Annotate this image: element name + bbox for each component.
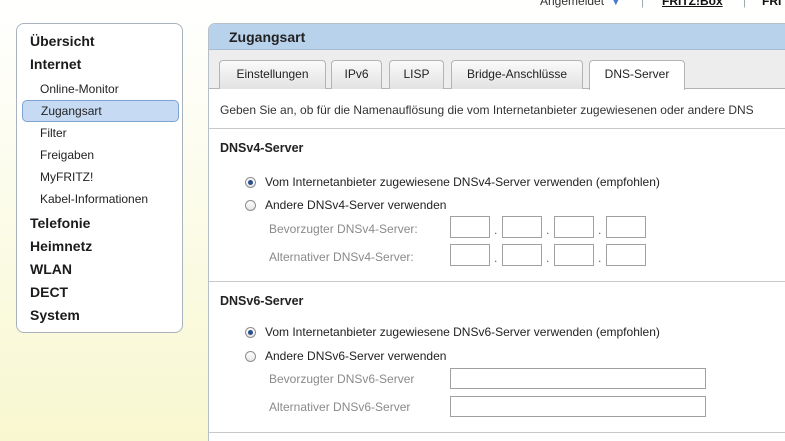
ip-separator: . <box>546 251 550 265</box>
dnsv4-other-radio[interactable] <box>245 199 256 211</box>
ip-separator: . <box>494 251 498 265</box>
separator: | <box>743 0 747 8</box>
sidebar-item-system[interactable]: System <box>17 304 182 327</box>
dnsv6-section-title: DNSv6-Server <box>220 294 304 308</box>
dnsv4-preferred-octet-2[interactable] <box>502 216 542 238</box>
dnsv4-preferred-octet-4[interactable] <box>606 216 646 238</box>
ip-separator: . <box>494 223 498 237</box>
dnsv4-alternate-octet-1[interactable] <box>450 244 490 266</box>
dnsv4-other-option[interactable]: Andere DNSv4-Server verwenden <box>245 198 446 212</box>
dnsv4-preferred-octet-1[interactable] <box>450 216 490 238</box>
sidebar-item-freigaben[interactable]: Freigaben <box>22 144 179 166</box>
sidebar-item-kabel-informationen[interactable]: Kabel-Informationen <box>22 188 179 210</box>
sidebar-item-telefonie[interactable]: Telefonie <box>17 212 182 235</box>
dnsv4-preferred-octet-3[interactable] <box>554 216 594 238</box>
page-title: Zugangsart <box>209 24 785 50</box>
main-panel: Zugangsart Einstellungen IPv6 LISP Bridg… <box>208 23 785 441</box>
sidebar-item-zugangsart[interactable]: Zugangsart <box>22 100 179 122</box>
dnsv6-other-option[interactable]: Andere DNSv6-Server verwenden <box>245 349 446 363</box>
login-label: Angemeldet <box>540 0 605 8</box>
dnsv4-alternate-octet-2[interactable] <box>502 244 542 266</box>
intro-text: Geben Sie an, ob für die Namenauflösung … <box>220 103 754 117</box>
sidebar-item-online-monitor[interactable]: Online-Monitor <box>22 78 179 100</box>
tab-dns-server[interactable]: DNS-Server <box>589 60 685 90</box>
dnsv6-other-radio[interactable] <box>245 350 256 362</box>
sidebar-item-wlan[interactable]: WLAN <box>17 258 182 281</box>
dnsv4-alternate-octet-3[interactable] <box>554 244 594 266</box>
chevron-down-icon[interactable]: ▼ <box>611 0 620 7</box>
fritzbox-link[interactable]: FRITZ!Box <box>662 0 723 8</box>
dnsv4-provider-option[interactable]: Vom Internetanbieter zugewiesene DNSv4-S… <box>245 175 660 189</box>
sidebar-item-dect[interactable]: DECT <box>17 281 182 304</box>
sidebar-nav: Übersicht Internet Online-Monitor Zugang… <box>16 23 183 333</box>
sidebar-item-uebersicht[interactable]: Übersicht <box>17 30 182 53</box>
dnsv6-alternate-input[interactable] <box>450 396 706 417</box>
tab-einstellungen[interactable]: Einstellungen <box>219 60 326 89</box>
sidebar-item-filter[interactable]: Filter <box>22 122 179 144</box>
divider <box>209 128 785 129</box>
dnsv4-preferred-label: Bevorzugter DNSv4-Server: <box>269 222 418 236</box>
dnsv4-alternate-octet-4[interactable] <box>606 244 646 266</box>
ip-separator: . <box>598 251 602 265</box>
dnsv6-other-label: Andere DNSv6-Server verwenden <box>265 349 447 363</box>
dnsv6-preferred-input[interactable] <box>450 368 706 389</box>
ip-separator: . <box>598 223 602 237</box>
tab-ipv6[interactable]: IPv6 <box>331 60 382 89</box>
dnsv4-alternate-label: Alternativer DNSv4-Server: <box>269 250 414 264</box>
dnsv6-alternate-label: Alternativer DNSv6-Server <box>269 400 411 414</box>
ip-separator: . <box>546 223 550 237</box>
sidebar-item-heimnetz[interactable]: Heimnetz <box>17 235 182 258</box>
dnsv4-provider-radio[interactable] <box>245 176 256 188</box>
dnsv6-provider-radio[interactable] <box>245 326 256 338</box>
divider <box>209 281 785 282</box>
tab-content: Geben Sie an, ob für die Namenauflösung … <box>209 103 785 155</box>
top-bar: Angemeldet ▼ | FRITZ!Box | FRI <box>0 0 785 8</box>
sidebar-item-myfritz[interactable]: MyFRITZ! <box>22 166 179 188</box>
dnsv4-section-title: DNSv4-Server <box>220 141 304 155</box>
sidebar-item-internet[interactable]: Internet <box>17 53 182 76</box>
dnsv6-provider-label: Vom Internetanbieter zugewiesene DNSv6-S… <box>265 325 660 339</box>
login-status[interactable]: Angemeldet ▼ <box>540 0 620 8</box>
more-link[interactable]: FRI <box>762 0 781 8</box>
dnsv6-preferred-label: Bevorzugter DNSv6-Server <box>269 372 415 386</box>
dnsv4-other-label: Andere DNSv4-Server verwenden <box>265 198 447 212</box>
divider <box>209 432 785 433</box>
dnsv4-provider-label: Vom Internetanbieter zugewiesene DNSv4-S… <box>265 175 660 189</box>
tab-lisp[interactable]: LISP <box>389 60 444 89</box>
dnsv6-provider-option[interactable]: Vom Internetanbieter zugewiesene DNSv6-S… <box>245 325 660 339</box>
tab-bar: Einstellungen IPv6 LISP Bridge-Anschlüss… <box>209 50 785 90</box>
separator: | <box>641 0 645 8</box>
tab-bridge-anschluesse[interactable]: Bridge-Anschlüsse <box>451 60 583 89</box>
